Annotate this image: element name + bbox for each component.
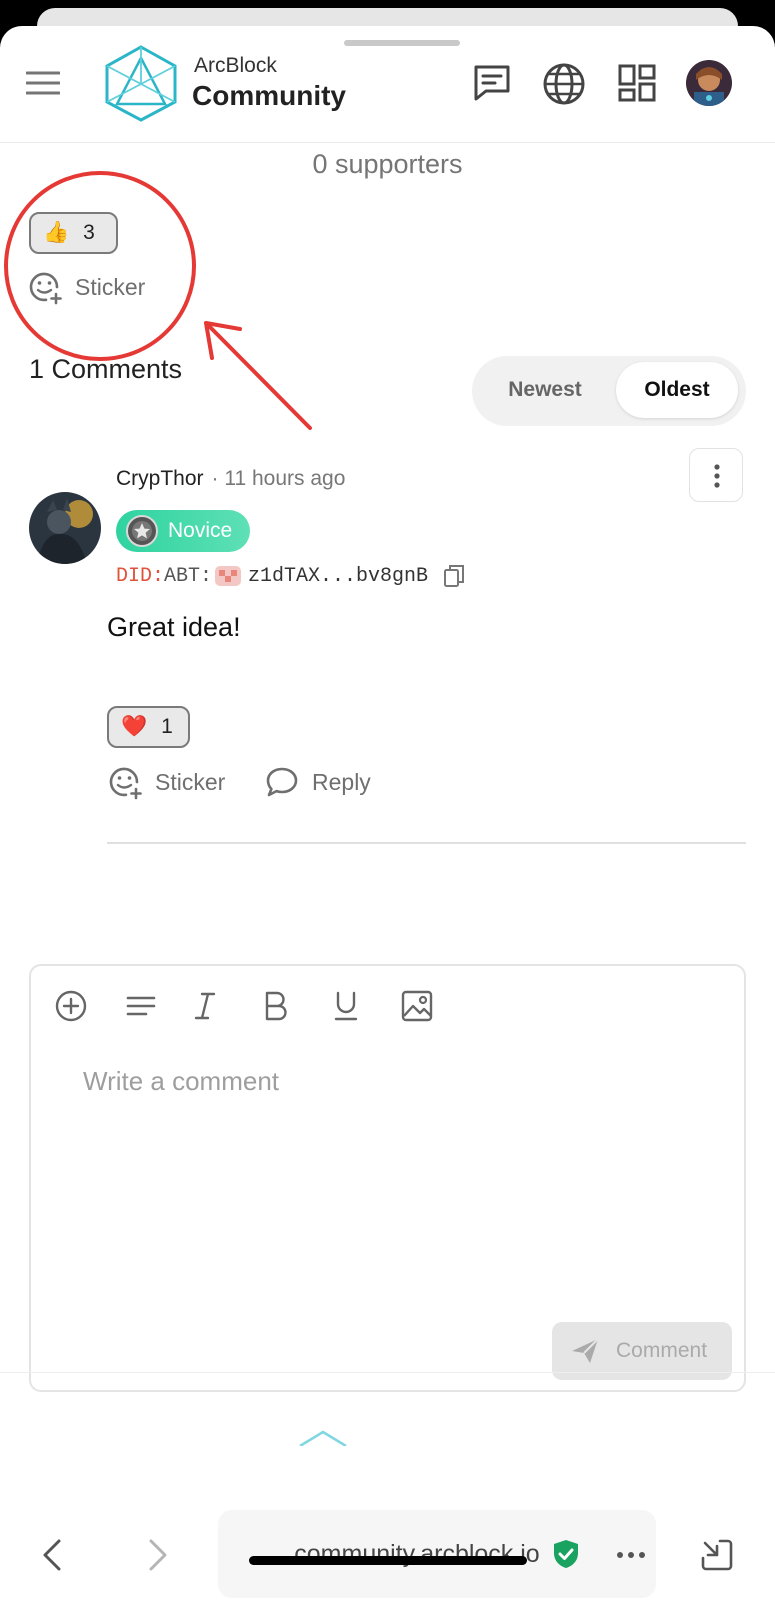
globe-icon[interactable]	[542, 62, 586, 106]
brand-subtitle: ArcBlock	[194, 54, 277, 77]
back-arrow-icon[interactable]	[40, 1538, 64, 1572]
forward-arrow-icon[interactable]	[146, 1538, 170, 1572]
comment-reaction-count: 1	[161, 715, 173, 738]
comment-reaction-chip[interactable]: ❤️ 1	[107, 706, 190, 748]
reply-bubble-icon	[266, 767, 298, 797]
apps-grid-icon[interactable]	[618, 64, 656, 102]
verified-shield-icon	[553, 1540, 578, 1568]
comment-submit-label: Comment	[616, 1339, 708, 1362]
bold-icon[interactable]	[257, 988, 293, 1024]
comment-input[interactable]: Write a comment	[83, 1066, 279, 1097]
did-prefix: DID:	[116, 564, 165, 588]
browser-bottom-bar: community.arcblock.io	[0, 1510, 775, 1600]
top-header: ArcBlock Community	[0, 26, 775, 143]
brand-title: Community	[192, 80, 346, 111]
copy-icon[interactable]	[442, 563, 468, 589]
star-medal-icon	[126, 515, 158, 547]
comment-body: Great idea!	[107, 612, 241, 642]
heart-emoji: ❤️	[121, 715, 148, 738]
commenter-avatar[interactable]	[29, 492, 101, 564]
comments-heading: 1 Comments	[29, 354, 183, 384]
did-address: DID: ABT: z1dTAX...bv8gnB	[116, 563, 468, 589]
novice-badge: Novice	[116, 510, 251, 552]
comment-sort-toggle: Newest Oldest	[472, 356, 746, 426]
page-sheet: ArcBlock Community 0 supporters 👍 3 Stic…	[0, 26, 775, 1600]
comment-meta: CrypThor · 11 hours ago	[116, 467, 345, 491]
comment-time: · 11 hours ago	[211, 467, 346, 490]
comment-editor[interactable]: Write a comment Comment	[29, 964, 746, 1392]
minimize-window-icon[interactable]	[700, 1538, 734, 1572]
comment-sticker-button[interactable]: Sticker	[107, 764, 225, 800]
image-icon[interactable]	[399, 988, 435, 1024]
menu-icon[interactable]	[26, 71, 60, 95]
comment-author[interactable]: CrypThor	[116, 467, 204, 491]
italic-icon[interactable]	[187, 988, 223, 1024]
comment-sticker-label: Sticker	[155, 768, 226, 795]
did-value: z1dTAX...bv8gnB	[248, 564, 429, 588]
send-icon	[572, 1338, 599, 1363]
reply-label: Reply	[312, 768, 371, 795]
more-horizontal-icon[interactable]	[616, 1551, 646, 1559]
sticker-add-icon	[109, 767, 142, 800]
footer-divider	[0, 1372, 775, 1373]
sort-newest-button[interactable]: Newest	[480, 362, 610, 418]
sort-oldest-button[interactable]: Oldest	[616, 362, 738, 418]
user-avatar[interactable]	[686, 60, 732, 106]
comment-divider	[107, 842, 746, 844]
home-indicator[interactable]	[249, 1556, 527, 1565]
underline-icon[interactable]	[328, 988, 364, 1024]
url-bar[interactable]: community.arcblock.io	[218, 1510, 656, 1598]
reply-button[interactable]: Reply	[264, 764, 371, 800]
more-vertical-icon	[714, 464, 720, 488]
insert-plus-icon[interactable]	[53, 988, 89, 1024]
comment-more-button[interactable]	[689, 448, 743, 502]
badge-label: Novice	[168, 519, 233, 542]
messages-icon[interactable]	[472, 64, 512, 102]
did-identicon-icon	[215, 566, 242, 586]
did-chain: ABT:	[164, 564, 213, 588]
arcblock-logo-icon	[105, 45, 177, 122]
red-annotation-circle-and-arrow	[4, 171, 312, 430]
footer-logo-icon	[299, 1430, 347, 1446]
align-text-icon[interactable]	[123, 988, 159, 1024]
